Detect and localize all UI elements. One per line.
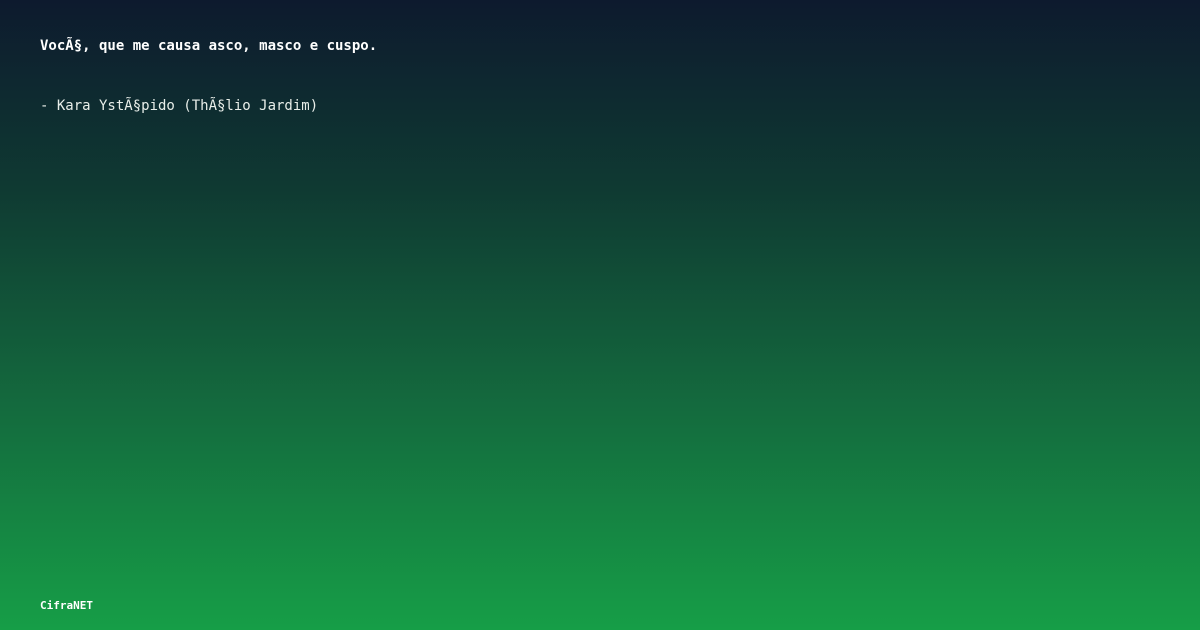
quote-text: VocÃ§, que me causa asco, masco e cuspo. — [40, 38, 378, 54]
quote-author: - Kara YstÃ§pido (ThÃ§lio Jardim) — [40, 98, 319, 114]
brand-logo-text: CifraNET — [40, 599, 93, 612]
share-card: { "card": { "quote": "VocÃ§, que me caus… — [0, 0, 1200, 630]
